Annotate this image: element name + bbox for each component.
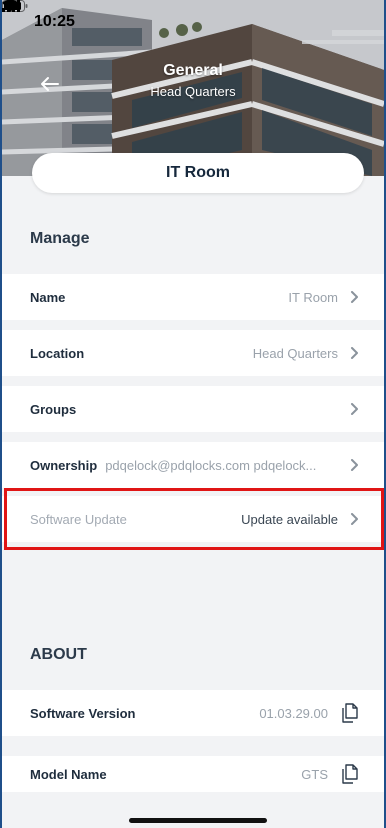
row-value: 01.03.29.00 — [259, 705, 328, 721]
copy-icon[interactable] — [340, 764, 360, 784]
chevron-right-icon — [348, 458, 360, 472]
groups-row[interactable]: Groups — [2, 386, 384, 432]
row-label: Ownership — [30, 457, 98, 473]
status-time: 10:25 — [34, 13, 75, 30]
row-label: Groups — [30, 401, 77, 417]
battery-icon — [2, 0, 28, 12]
home-indicator[interactable] — [129, 818, 267, 823]
row-label: Software Update — [30, 511, 127, 527]
about-section-heading: ABOUT — [30, 646, 87, 663]
copy-icon[interactable] — [340, 703, 360, 723]
row-value: Head Quarters — [252, 345, 338, 361]
row-label: Software Version — [30, 705, 136, 721]
software-version-row: Software Version 01.03.29.00 — [2, 690, 384, 736]
name-row[interactable]: Name IT Room — [2, 274, 384, 320]
row-label: Model Name — [30, 766, 107, 782]
header-building-image: 10:25 General Head Quarters — [2, 0, 384, 176]
page-title: General — [163, 62, 223, 79]
row-value: IT Room — [288, 289, 338, 305]
chevron-right-icon — [348, 290, 360, 304]
row-label: Location — [30, 345, 85, 361]
row-value: GTS — [301, 766, 328, 782]
page-subtitle: Head Quarters — [150, 84, 236, 99]
model-name-row: Model Name GTS — [2, 756, 384, 792]
location-row[interactable]: Location Head Quarters — [2, 330, 384, 376]
row-label: Name — [30, 289, 66, 305]
chevron-right-icon — [348, 402, 360, 416]
phone-screen: 10:25 General Head Quarters IT Room Mana… — [0, 0, 386, 828]
row-value: Update available — [241, 511, 338, 527]
manage-section-heading: Manage — [30, 230, 90, 247]
row-value: pdqelock@pdqlocks.com pdqelock... — [105, 457, 317, 473]
status-bar: 10:25 — [2, 0, 384, 44]
ownership-row[interactable]: Ownership pdqelock@pdqlocks.com pdqelock… — [2, 442, 384, 488]
device-name-pill: IT Room — [32, 153, 364, 193]
software-update-row[interactable]: Software Update Update available — [2, 496, 384, 542]
chevron-right-icon — [348, 346, 360, 360]
chevron-right-icon — [348, 512, 360, 526]
